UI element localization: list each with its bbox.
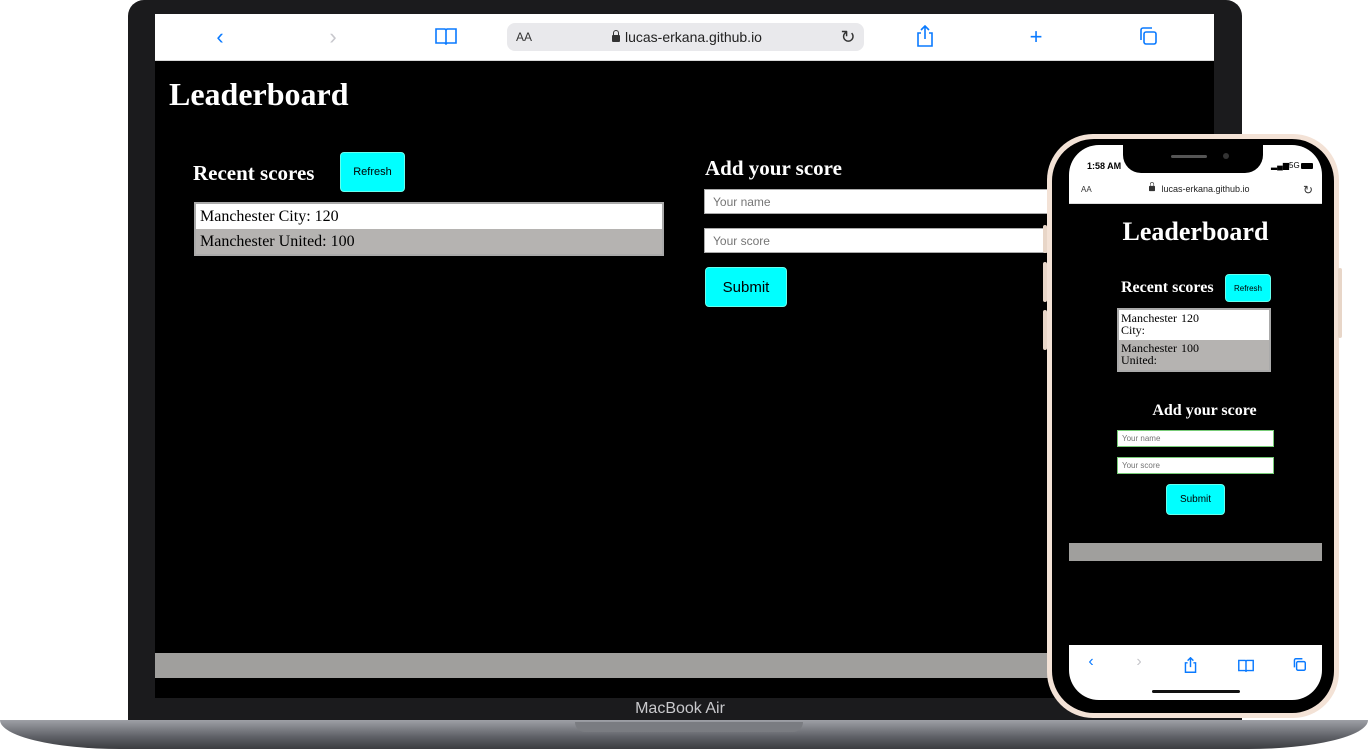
phone-notch [1123, 145, 1263, 173]
refresh-button[interactable]: Refresh [340, 152, 405, 192]
share-icon [917, 24, 933, 47]
page-footer [1069, 543, 1322, 561]
home-indicator [1152, 690, 1240, 693]
refresh-button[interactable]: Refresh [1225, 274, 1271, 302]
reload-button[interactable]: ↻ [838, 23, 858, 51]
book-icon [1238, 659, 1254, 673]
bookmarks-button[interactable] [1238, 659, 1254, 677]
speaker-grille [1171, 155, 1207, 158]
scores-list: Manchester City: 120 Manchester United: … [1117, 308, 1271, 372]
add-score-heading: Add your score [705, 156, 842, 180]
forward-button[interactable]: › [1127, 653, 1151, 671]
tabs-icon [1293, 658, 1306, 671]
score-row: Manchester City: 120 [200, 208, 339, 225]
share-button[interactable] [916, 24, 934, 47]
chevron-left-icon: ‹ [1088, 653, 1094, 670]
lock-icon [612, 30, 620, 42]
team-name: Manchester City: [1121, 311, 1177, 337]
url-text: lucas-erkana.github.io [625, 29, 762, 45]
tabs-button[interactable] [1139, 27, 1157, 45]
mobile-bottom-toolbar: ‹ › [1069, 645, 1322, 700]
plus-icon: + [1029, 24, 1043, 49]
bookmarks-button[interactable] [435, 27, 457, 46]
new-tab-button[interactable]: + [1021, 14, 1051, 60]
score-row: Manchester City: 120 [1119, 310, 1269, 340]
team-score: 100 [1181, 341, 1199, 355]
back-button[interactable]: ‹ [1079, 653, 1103, 671]
tabs-icon [1140, 27, 1157, 45]
reader-options-button[interactable]: AA [1081, 185, 1092, 194]
team-name: Manchester United: [1121, 341, 1177, 367]
reload-icon[interactable]: ↻ [1303, 183, 1313, 197]
chevron-left-icon: ‹ [216, 24, 224, 49]
score-input[interactable] [704, 228, 1054, 253]
phone-side-button [1043, 262, 1047, 302]
address-bar[interactable]: AA lucas-erkana.github.io ↻ [507, 23, 864, 51]
status-time: 1:58 AM [1087, 161, 1122, 171]
team-score: 120 [1181, 311, 1199, 325]
laptop-notch [575, 722, 803, 732]
score-input[interactable] [1117, 457, 1274, 474]
recent-scores-heading: Recent scores [1121, 279, 1214, 296]
score-row: Manchester United: 100 [196, 229, 662, 254]
laptop-brand-label: MacBook Air [635, 700, 725, 717]
battery-icon [1301, 163, 1313, 169]
submit-button[interactable]: Submit [705, 267, 787, 307]
recent-scores-heading: Recent scores [193, 161, 315, 185]
network-label: 5G [1289, 161, 1300, 170]
phone-power-button [1338, 268, 1342, 338]
add-score-heading: Add your score [1152, 402, 1257, 419]
tabs-button[interactable] [1293, 658, 1306, 676]
share-button[interactable] [1184, 656, 1197, 678]
chevron-right-icon: › [1136, 653, 1142, 670]
page-title: Leaderboard [169, 76, 349, 112]
status-bar: 1:58 AM ▂▄▆ 5G [1069, 145, 1322, 179]
back-button[interactable]: ‹ [205, 14, 235, 60]
submit-button[interactable]: Submit [1166, 484, 1225, 515]
lock-icon [1149, 182, 1156, 192]
score-row: Manchester United: 100 [1119, 340, 1269, 370]
chevron-right-icon: › [329, 24, 337, 49]
share-icon [1184, 656, 1197, 673]
book-icon [435, 28, 457, 46]
front-camera [1223, 153, 1229, 159]
page-title: Leaderboard [1122, 217, 1269, 246]
url-display[interactable]: lucas-erkana.github.io [567, 23, 807, 51]
forward-button[interactable]: › [318, 14, 348, 60]
signal-icon: ▂▄▆ [1271, 161, 1289, 170]
phone-side-button [1043, 310, 1047, 350]
name-input[interactable] [1117, 430, 1274, 447]
reload-icon: ↻ [840, 27, 856, 47]
url-display[interactable]: lucas-erkana.github.io [1129, 182, 1269, 194]
safari-toolbar: ‹ › AA lucas-erkana.github.io ↻ + [155, 14, 1214, 61]
scores-list: Manchester City: 120 Manchester United: … [194, 202, 664, 256]
mobile-browser-window: 1:58 AM ▂▄▆ 5G AA lucas-erkana.github.io… [1069, 145, 1322, 700]
url-text: lucas-erkana.github.io [1161, 184, 1250, 194]
name-input[interactable] [704, 189, 1054, 214]
reader-options-button[interactable]: AA [511, 23, 537, 51]
mobile-address-bar[interactable]: AA lucas-erkana.github.io ↻ [1069, 179, 1322, 204]
phone-side-button [1043, 225, 1047, 253]
